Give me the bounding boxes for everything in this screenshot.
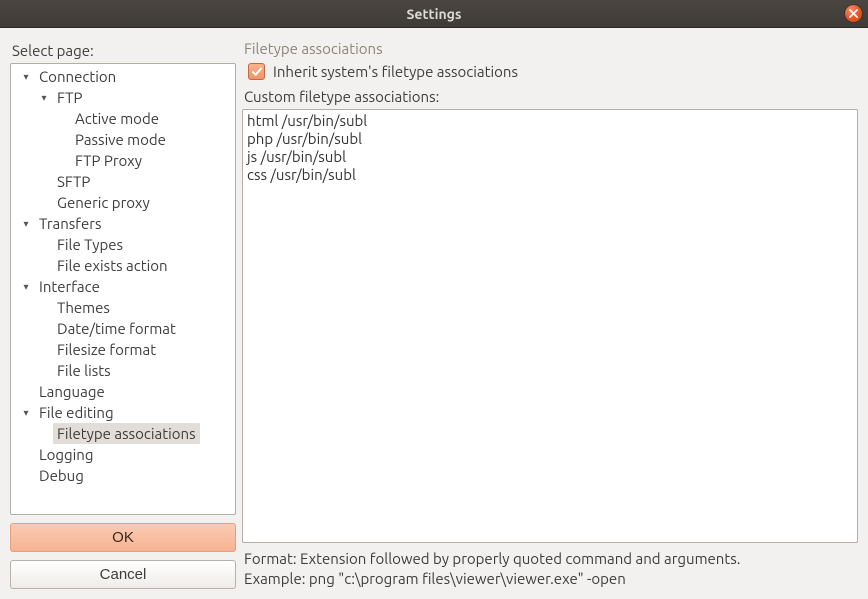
expander-spacer [37, 343, 51, 357]
expander-open-icon[interactable]: ▾ [37, 91, 51, 105]
expander-spacer [37, 259, 51, 273]
inherit-checkbox-row[interactable]: Inherit system's filetype associations [248, 63, 858, 80]
content: Select page: ▾Connection▾FTPActive modeP… [0, 28, 868, 599]
tree-item-label: Debug [35, 465, 88, 486]
left-pane: Select page: ▾Connection▾FTPActive modeP… [10, 38, 236, 589]
tree-item[interactable]: ▾Transfers [11, 213, 235, 234]
select-page-label: Select page: [12, 42, 236, 59]
tree-item[interactable]: ▾Interface [11, 276, 235, 297]
cancel-button[interactable]: Cancel [10, 560, 236, 589]
page-tree[interactable]: ▾Connection▾FTPActive modePassive modeFT… [10, 63, 236, 515]
tree-item-label: File exists action [53, 255, 172, 276]
tree-item-label: SFTP [53, 171, 94, 192]
tree-item[interactable]: ▾Connection [11, 66, 235, 87]
expander-spacer [37, 175, 51, 189]
expander-spacer [55, 112, 69, 126]
inherit-checkbox[interactable] [248, 63, 265, 80]
tree-item[interactable]: Active mode [11, 108, 235, 129]
expander-spacer [37, 238, 51, 252]
tree-item-label: File editing [35, 402, 118, 423]
expander-open-icon[interactable]: ▾ [19, 217, 33, 231]
expander-open-icon[interactable]: ▾ [19, 70, 33, 84]
right-pane: Filetype associations Inherit system's f… [242, 38, 858, 589]
expander-spacer [19, 469, 33, 483]
tree-item[interactable]: SFTP [11, 171, 235, 192]
tree-item-label: Filesize format [53, 339, 160, 360]
tree-item-label: Active mode [71, 108, 163, 129]
tree-item[interactable]: Date/time format [11, 318, 235, 339]
expander-spacer [37, 427, 51, 441]
tree-item[interactable]: File Types [11, 234, 235, 255]
tree-item-label: Themes [53, 297, 114, 318]
custom-associations-wrap [242, 109, 858, 543]
tree-item[interactable]: Filesize format [11, 339, 235, 360]
expander-open-icon[interactable]: ▾ [19, 280, 33, 294]
tree-item[interactable]: Themes [11, 297, 235, 318]
tree-item[interactable]: Debug [11, 465, 235, 486]
titlebar: Settings [0, 0, 868, 28]
custom-associations-label: Custom filetype associations: [244, 88, 858, 105]
expander-spacer [19, 448, 33, 462]
check-icon [251, 66, 263, 78]
expander-open-icon[interactable]: ▾ [19, 406, 33, 420]
tree-item[interactable]: Logging [11, 444, 235, 465]
expander-spacer [55, 133, 69, 147]
tree-item-label: File lists [53, 360, 115, 381]
close-button[interactable] [844, 4, 863, 23]
window-title: Settings [0, 6, 868, 22]
expander-spacer [37, 301, 51, 315]
inherit-checkbox-label: Inherit system's filetype associations [273, 63, 518, 80]
tree-item[interactable]: Filetype associations [11, 423, 235, 444]
tree-item[interactable]: File exists action [11, 255, 235, 276]
tree-item-label: FTP [53, 87, 86, 108]
close-icon [849, 9, 858, 18]
expander-spacer [19, 385, 33, 399]
tree-item-label: Filetype associations [53, 423, 200, 444]
page-heading: Filetype associations [244, 40, 858, 57]
tree-item-label: Language [35, 381, 109, 402]
tree-item[interactable]: ▾FTP [11, 87, 235, 108]
tree-item-label: File Types [53, 234, 127, 255]
tree-item[interactable]: ▾File editing [11, 402, 235, 423]
format-hint: Format: Extension followed by properly q… [244, 550, 858, 567]
example-hint: Example: png "c:\program files\viewer\vi… [244, 570, 858, 587]
tree-item-label: Transfers [35, 213, 105, 234]
tree-item[interactable]: Language [11, 381, 235, 402]
footer-buttons: OK Cancel [10, 523, 236, 589]
tree-item-label: Connection [35, 66, 120, 87]
ok-button[interactable]: OK [10, 523, 236, 552]
custom-associations-textarea[interactable] [242, 109, 858, 543]
expander-spacer [37, 364, 51, 378]
tree-item-label: Generic proxy [53, 192, 154, 213]
tree-item-label: Logging [35, 444, 98, 465]
tree-item-label: FTP Proxy [71, 150, 146, 171]
expander-spacer [55, 154, 69, 168]
tree-item-label: Passive mode [71, 129, 170, 150]
tree-item[interactable]: Generic proxy [11, 192, 235, 213]
tree-item[interactable]: Passive mode [11, 129, 235, 150]
tree-item-label: Interface [35, 276, 104, 297]
expander-spacer [37, 196, 51, 210]
expander-spacer [37, 322, 51, 336]
tree-item-label: Date/time format [53, 318, 180, 339]
tree-item[interactable]: FTP Proxy [11, 150, 235, 171]
tree-item[interactable]: File lists [11, 360, 235, 381]
